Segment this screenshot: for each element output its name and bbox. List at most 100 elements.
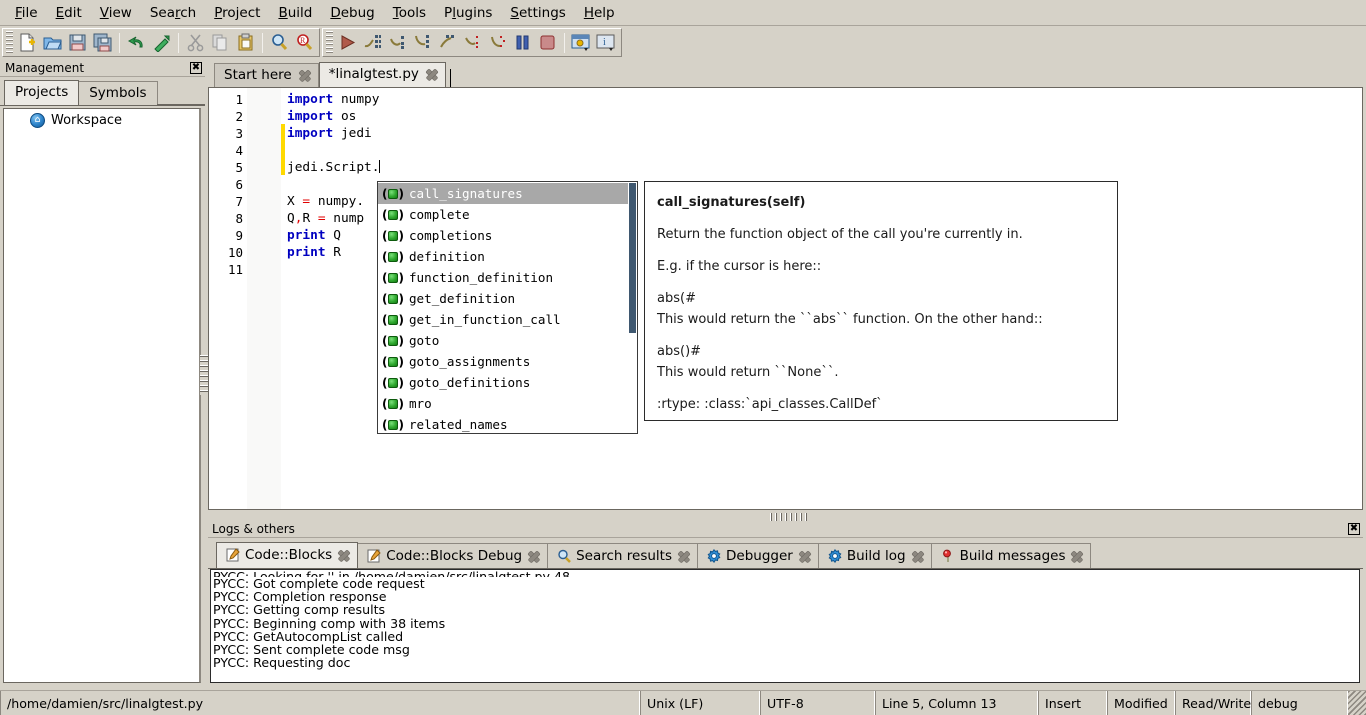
status-caret-position: Line 5, Column 13 — [875, 691, 1038, 715]
vertical-splitter-handle[interactable] — [200, 355, 208, 395]
line-number: 5 — [235, 160, 243, 175]
next-instruction-icon[interactable] — [460, 30, 485, 55]
autocomplete-item[interactable]: () completions — [378, 225, 628, 246]
method-green-icon: () — [382, 186, 404, 201]
menu-item-help[interactable]: Help — [575, 2, 624, 24]
autocomplete-list[interactable]: () call_signatures () complete () completions… — [378, 183, 628, 433]
log-tab-build-log[interactable]: Build log — [817, 543, 932, 568]
step-into-instruction-icon[interactable] — [485, 30, 510, 55]
autocomplete-item[interactable]: () related_names — [378, 414, 628, 433]
autocomplete-item[interactable]: () goto — [378, 330, 628, 351]
menu-item-plugins[interactable]: Plugins — [435, 2, 501, 24]
find-icon[interactable] — [267, 30, 292, 55]
close-tab-icon[interactable] — [911, 550, 924, 563]
log-tab-code-blocks-debug[interactable]: Code::Blocks Debug — [357, 543, 549, 568]
step-into-icon[interactable] — [410, 30, 435, 55]
close-icon[interactable]: ✖ — [190, 61, 202, 74]
autocomplete-item[interactable]: () complete — [378, 204, 628, 225]
autocomplete-item[interactable]: () get_definition — [378, 288, 628, 309]
log-tab-code-blocks[interactable]: Code::Blocks — [216, 542, 359, 568]
log-tab-debugger[interactable]: Debugger — [697, 543, 819, 568]
log-tab-build-messages[interactable]: Build messages — [930, 543, 1092, 568]
close-tab-icon[interactable] — [337, 549, 350, 562]
toolbar-grip-icon[interactable] — [326, 31, 333, 54]
editor-tab-linalgtest-py[interactable]: *linalgtest.py — [318, 62, 446, 87]
open-file-icon[interactable] — [40, 30, 65, 55]
method-green-icon: () — [382, 312, 404, 327]
status-bar: /home/damien/src/linalgtest.py Unix (LF)… — [0, 690, 1366, 715]
tab-symbols[interactable]: Symbols — [78, 81, 158, 105]
menu-item-view[interactable]: View — [91, 2, 141, 24]
step-out-icon[interactable] — [435, 30, 460, 55]
stop-debugger-icon[interactable] — [535, 30, 560, 55]
close-tab-icon[interactable] — [677, 550, 690, 563]
menu-item-search[interactable]: Search — [141, 2, 205, 24]
code-line[interactable]: import os — [287, 108, 1362, 125]
tree-item-workspace[interactable]: ⌂ Workspace — [4, 109, 199, 132]
close-tab-icon[interactable] — [1070, 550, 1083, 563]
menu-item-project[interactable]: Project — [205, 2, 269, 24]
various-info-icon[interactable]: i — [594, 30, 619, 55]
editor-tab-start-here[interactable]: Start here — [214, 63, 319, 87]
horizontal-splitter-handle[interactable] — [770, 513, 810, 521]
scrollbar-thumb[interactable] — [629, 183, 636, 333]
close-icon[interactable]: ✖ — [1348, 523, 1360, 535]
menu-item-build[interactable]: Build — [269, 2, 321, 24]
log-line: PYCC: Beginning comp with 38 items — [213, 615, 446, 631]
toolbar-grip-icon[interactable] — [6, 31, 13, 54]
cut-icon[interactable] — [183, 30, 208, 55]
autocomplete-item[interactable]: () definition — [378, 246, 628, 267]
autocomplete-popup[interactable]: () call_signatures () complete () completions… — [377, 181, 638, 434]
status-insert-mode[interactable]: Insert — [1038, 691, 1107, 715]
tab-label: Symbols — [89, 85, 147, 101]
menu-item-file[interactable]: File — [6, 2, 47, 24]
break-debugger-icon[interactable] — [510, 30, 535, 55]
new-file-icon[interactable] — [15, 30, 40, 55]
code-line[interactable]: jedi.Script. — [287, 159, 1362, 176]
undo-icon[interactable] — [124, 30, 149, 55]
autocomplete-item[interactable]: () get_in_function_call — [378, 309, 628, 330]
menu-item-tools[interactable]: Tools — [384, 2, 435, 24]
debugging-windows-icon[interactable] — [569, 30, 594, 55]
code-line[interactable] — [287, 142, 1362, 159]
projects-tree[interactable]: ⌂ Workspace — [3, 108, 201, 683]
save-all-icon[interactable] — [90, 30, 115, 55]
redo-icon[interactable] — [149, 30, 174, 55]
log-tab-search-results[interactable]: Search results — [547, 543, 698, 568]
documentation-tooltip: call_signatures(self) Return the functio… — [644, 181, 1118, 421]
autocomplete-item[interactable]: () goto_assignments — [378, 351, 628, 372]
paste-icon[interactable] — [233, 30, 258, 55]
code-token: print — [287, 245, 326, 260]
pencil-icon — [367, 549, 381, 563]
autocomplete-scrollbar[interactable] — [628, 183, 637, 432]
code-line[interactable]: import numpy — [287, 91, 1362, 108]
doc-paragraph: Return the function object of the call y… — [657, 227, 1023, 242]
autocomplete-item[interactable]: () call_signatures — [378, 183, 628, 204]
tab-projects[interactable]: Projects — [4, 80, 80, 105]
method-green-icon: () — [382, 375, 404, 390]
resize-grip-icon[interactable] — [1348, 691, 1366, 715]
replace-icon[interactable]: R — [292, 30, 317, 55]
method-green-icon: () — [382, 417, 404, 432]
logs-output[interactable]: PYCC: Looking for '' in /home/damien/src… — [210, 569, 1360, 683]
close-tab-icon[interactable] — [298, 69, 311, 82]
autocomplete-item[interactable]: () mro — [378, 393, 628, 414]
close-tab-icon[interactable] — [527, 550, 540, 563]
code-line[interactable]: import jedi — [287, 125, 1362, 142]
tree-item-label: Workspace — [51, 113, 123, 128]
debug-continue-icon[interactable] — [335, 30, 360, 55]
save-icon[interactable] — [65, 30, 90, 55]
menu-item-settings[interactable]: Settings — [501, 2, 574, 24]
fold-margin[interactable] — [247, 88, 281, 509]
run-to-cursor-icon[interactable] — [360, 30, 385, 55]
code-token: = — [302, 194, 311, 209]
autocomplete-item[interactable]: () goto_definitions — [378, 372, 628, 393]
copy-icon[interactable] — [208, 30, 233, 55]
next-line-icon[interactable] — [385, 30, 410, 55]
toolbar-separator — [119, 32, 120, 53]
autocomplete-item[interactable]: () function_definition — [378, 267, 628, 288]
close-tab-icon[interactable] — [798, 550, 811, 563]
menu-item-debug[interactable]: Debug — [321, 2, 383, 24]
menu-item-edit[interactable]: Edit — [47, 2, 91, 24]
close-tab-icon[interactable] — [425, 68, 438, 81]
